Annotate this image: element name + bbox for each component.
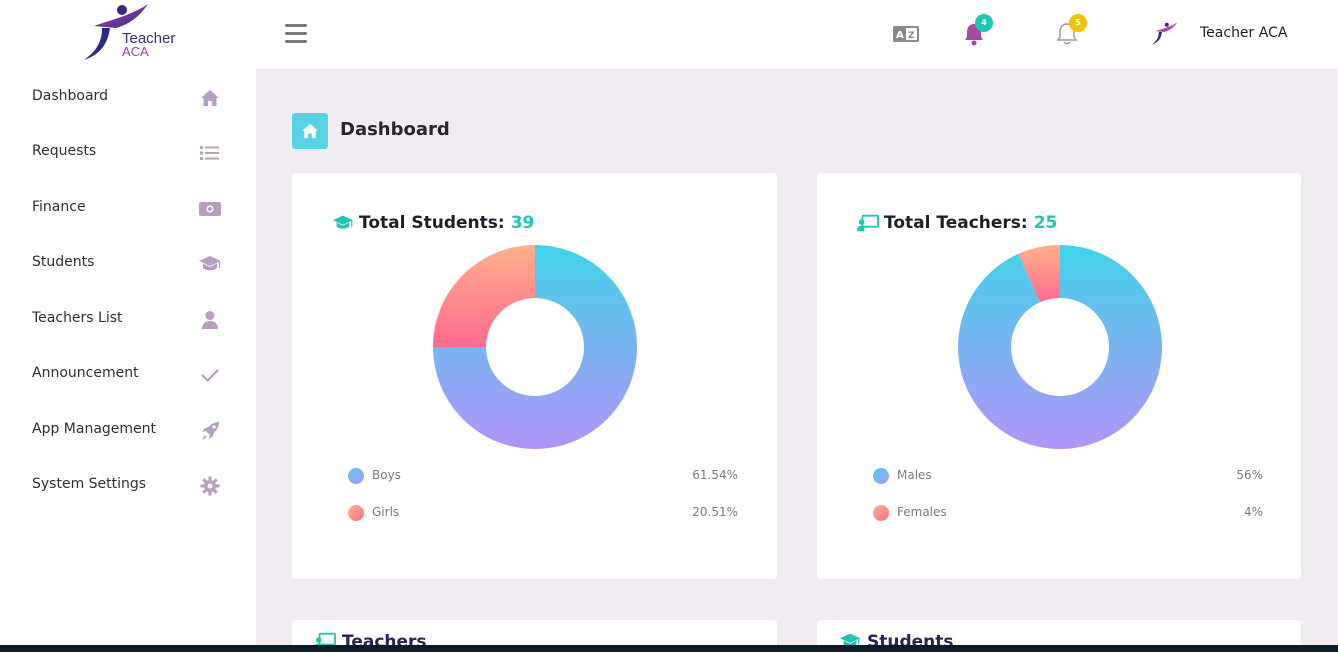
menu-toggle-icon[interactable]	[285, 24, 307, 44]
sidebar: Teacher ACA Dashboard Requests Finance S…	[0, 0, 256, 652]
card-title: Total Teachers: 25	[857, 213, 1057, 233]
check-icon	[198, 363, 222, 387]
legend-value: 4%	[1243, 505, 1263, 519]
legend-value: 20.51%	[692, 505, 738, 519]
sidebar-item-dashboard[interactable]: Dashboard	[0, 77, 256, 117]
students-donut-chart	[433, 245, 637, 449]
sidebar-item-system-settings[interactable]: System Settings	[0, 465, 256, 505]
graduation-cap-icon	[198, 252, 222, 276]
legend-item: Boys 61.54%	[348, 467, 738, 485]
brand-line2: ACA	[122, 44, 149, 59]
brand-logo[interactable]: Teacher ACA	[80, 2, 180, 64]
sidebar-item-requests[interactable]: Requests	[0, 132, 256, 172]
sidebar-item-label: Dashboard	[32, 88, 108, 104]
rocket-icon	[198, 419, 222, 443]
legend-label: Females	[897, 505, 947, 519]
alert-count-badge: 5	[1069, 14, 1087, 32]
legend-label: Girls	[372, 505, 400, 519]
page-title: Dashboard	[340, 119, 450, 140]
sidebar-item-label: System Settings	[32, 476, 147, 492]
teachers-donut-chart	[958, 245, 1162, 449]
avatar[interactable]	[1150, 21, 1178, 47]
sidebar-item-label: Finance	[32, 199, 86, 215]
card-title-label: Total Students:	[359, 213, 505, 233]
total-students-card: Total Students: 39 Boys 61.54% Girls 20.…	[292, 173, 777, 579]
graduation-cap-icon	[332, 215, 354, 229]
user-icon	[198, 308, 222, 332]
sidebar-item-students[interactable]: Students	[0, 243, 256, 283]
legend-swatch	[348, 505, 364, 521]
legend-value: 61.54%	[692, 468, 738, 482]
taskbar-strip	[0, 645, 1338, 652]
total-teachers-card: Total Teachers: 25 Males 56% Females 4%	[817, 173, 1301, 579]
card-title: Total Students: 39	[332, 213, 534, 233]
home-icon	[198, 86, 222, 110]
chalkboard-teacher-icon	[857, 214, 879, 232]
card-title-value: 25	[1033, 213, 1058, 233]
sidebar-item-finance[interactable]: Finance	[0, 188, 256, 228]
sidebar-item-announcement[interactable]: Announcement	[0, 354, 256, 394]
gear-icon	[198, 474, 222, 498]
sidebar-item-label: Announcement	[32, 365, 139, 381]
home-icon	[292, 113, 328, 149]
language-icon[interactable]: AZ	[893, 26, 919, 42]
svg-text:Z: Z	[908, 31, 915, 41]
donut-slice-girls[interactable]	[433, 245, 535, 347]
sidebar-item-label: Students	[32, 254, 95, 270]
legend-label: Boys	[372, 468, 401, 482]
sidebar-item-label: Teachers List	[32, 310, 123, 326]
legend-value: 56%	[1236, 468, 1263, 482]
top-bar: AZ 4 5 Teacher ACA	[256, 0, 1338, 69]
card-title-value: 39	[510, 213, 535, 233]
legend-swatch	[873, 505, 889, 521]
svg-text:A: A	[896, 30, 904, 41]
legend-item: Males 56%	[873, 467, 1263, 485]
card-title-label: Total Teachers:	[884, 213, 1028, 233]
sidebar-item-label: App Management	[32, 421, 157, 437]
money-icon	[198, 197, 222, 221]
donut-slice-males[interactable]	[958, 245, 1162, 449]
notification-count-badge: 4	[975, 14, 993, 32]
sidebar-item-label: Requests	[32, 143, 97, 159]
legend-swatch	[873, 468, 889, 484]
list-icon	[198, 141, 222, 165]
legend-swatch	[348, 468, 364, 484]
legend-item: Females 4%	[873, 504, 1263, 522]
sidebar-item-teachers-list[interactable]: Teachers List	[0, 299, 256, 339]
legend-item: Girls 20.51%	[348, 504, 738, 522]
legend-label: Males	[897, 468, 932, 482]
user-name[interactable]: Teacher ACA	[1200, 25, 1287, 41]
sidebar-item-app-management[interactable]: App Management	[0, 410, 256, 450]
